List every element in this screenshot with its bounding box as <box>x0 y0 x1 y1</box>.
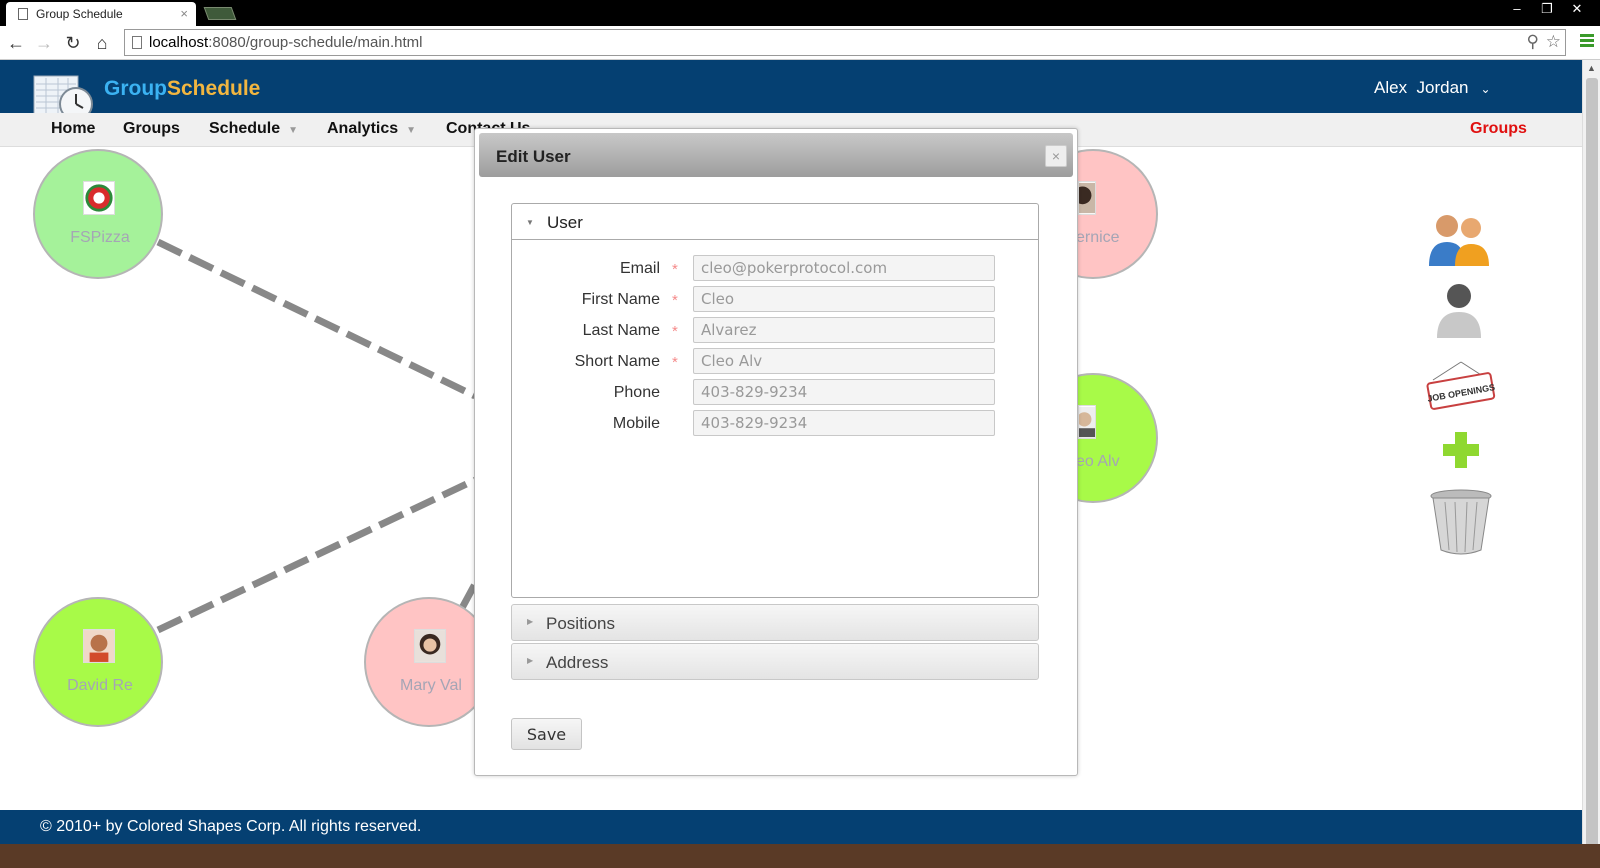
field-label: Last Name <box>582 322 660 339</box>
tab-close-icon[interactable]: × <box>180 6 188 21</box>
triangle-down-icon: ▼ <box>526 218 534 227</box>
brand-part-1: Group <box>104 77 167 100</box>
user-node-david-re[interactable]: David Re <box>33 597 163 727</box>
browser-titlebar: Group Schedule × – ❐ ✕ <box>0 0 1600 26</box>
required-asterisk: * <box>672 292 678 309</box>
menu-schedule[interactable]: Schedule ▼ <box>209 120 298 138</box>
dialog-titlebar[interactable]: Edit User × <box>479 133 1073 177</box>
pizza-logo-icon <box>83 181 115 215</box>
phone-row: Phone <box>512 378 1038 409</box>
avatar <box>414 629 446 663</box>
browser-tab[interactable]: Group Schedule × <box>6 2 196 26</box>
scroll-up-icon[interactable]: ▲ <box>1587 63 1596 73</box>
restore-button[interactable]: ❐ <box>1532 0 1562 18</box>
menu-groups[interactable]: Groups <box>123 120 180 138</box>
star-icon[interactable]: ☆ <box>1546 32 1561 52</box>
back-arrow-icon[interactable]: ← <box>4 31 28 55</box>
app-brand[interactable]: GroupSchedule <box>104 77 260 101</box>
dialog-title: Edit User <box>496 147 571 166</box>
short-name-row: Short Name * <box>512 347 1038 378</box>
app-footer: © 2010+ by Colored Shapes Corp. All righ… <box>0 810 1582 844</box>
triangle-right-icon: ▶ <box>527 617 534 626</box>
user-menu[interactable]: Alex Jordan ⌄ <box>1374 78 1491 98</box>
home-icon[interactable]: ⌂ <box>90 31 114 55</box>
email-row: Email * <box>512 254 1038 285</box>
add-icon[interactable] <box>1425 430 1497 470</box>
last-name-row: Last Name * <box>512 316 1038 347</box>
avatar <box>83 629 115 663</box>
field-label: Mobile <box>612 415 660 432</box>
chevron-down-icon: ▼ <box>406 125 417 136</box>
trash-icon[interactable] <box>1425 488 1497 558</box>
minimize-button[interactable]: – <box>1502 0 1532 18</box>
browser-menu-icon[interactable] <box>1580 34 1594 50</box>
close-window-button[interactable]: ✕ <box>1562 0 1592 18</box>
page-icon <box>132 36 142 49</box>
required-asterisk: * <box>672 261 678 278</box>
short-name-field[interactable] <box>693 348 995 374</box>
mobile-field[interactable] <box>693 410 995 436</box>
section-title: Positions <box>546 614 615 633</box>
field-label: Email <box>619 260 660 277</box>
address-bar[interactable]: localhost:8080/group-schedule/main.html … <box>124 29 1566 56</box>
copyright-text: © 2010+ by Colored Shapes Corp. All righ… <box>40 818 422 835</box>
mobile-row: Mobile <box>512 409 1038 440</box>
new-tab-button[interactable] <box>203 7 237 20</box>
node-label: David Re <box>67 677 133 694</box>
menu-analytics[interactable]: Analytics ▼ <box>327 120 416 138</box>
required-asterisk: * <box>672 323 678 340</box>
first-name-row: First Name * <box>512 285 1038 316</box>
forward-arrow-icon[interactable]: → <box>32 31 56 55</box>
edit-user-dialog: Edit User × ▼ User Email * First Name * … <box>474 128 1078 776</box>
node-label: FSPizza <box>70 229 130 246</box>
avatar <box>1078 181 1096 215</box>
page-scrollbar[interactable]: ▲ ▼ <box>1582 60 1600 868</box>
triangle-right-icon: ▶ <box>527 656 534 665</box>
reload-icon[interactable]: ↻ <box>61 31 85 55</box>
url-text: localhost:8080/group-schedule/main.html <box>149 34 423 51</box>
required-asterisk: * <box>672 354 678 371</box>
page-icon <box>18 8 28 20</box>
last-name-field[interactable] <box>693 317 995 343</box>
zoom-icon[interactable]: ⚲ <box>1527 32 1539 52</box>
field-label: First Name <box>581 291 660 308</box>
positions-section-header[interactable]: ▶ Positions <box>511 604 1039 641</box>
user-name: Alex Jordan <box>1374 78 1469 97</box>
groups-link[interactable]: Groups <box>1470 120 1527 138</box>
groups-icon[interactable] <box>1425 210 1497 268</box>
field-label: Short Name <box>574 353 660 370</box>
field-label: Phone <box>613 384 660 401</box>
section-title: User <box>547 213 583 232</box>
chevron-down-icon: ▼ <box>288 125 299 136</box>
chevron-down-icon: ⌄ <box>1480 82 1491 96</box>
user-section-header[interactable]: ▼ User <box>512 204 1038 240</box>
email-field[interactable] <box>693 255 995 281</box>
first-name-field[interactable] <box>693 286 995 312</box>
address-section-header[interactable]: ▶ Address <box>511 643 1039 680</box>
os-taskbar <box>0 844 1600 868</box>
browser-toolbar: ← → ↻ ⌂ localhost:8080/group-schedule/ma… <box>0 26 1600 60</box>
menu-home[interactable]: Home <box>51 120 95 138</box>
brand-part-2: Schedule <box>167 77 261 100</box>
avatar <box>1078 405 1096 439</box>
close-icon[interactable]: × <box>1045 145 1067 167</box>
scrollbar-thumb[interactable] <box>1586 78 1598 850</box>
group-node-fspizza[interactable]: FSPizza <box>33 149 163 279</box>
graph-edge <box>156 238 477 400</box>
section-title: Address <box>546 653 609 672</box>
phone-field[interactable] <box>693 379 995 405</box>
app-header: GroupSchedule Alex Jordan ⌄ <box>0 60 1582 121</box>
user-icon[interactable] <box>1425 280 1497 338</box>
save-button[interactable]: Save <box>511 718 582 750</box>
job-openings-icon[interactable]: JOB OPENINGS <box>1425 358 1497 416</box>
user-section: ▼ User Email * First Name * Last Name * … <box>511 203 1039 598</box>
tab-title: Group Schedule <box>36 7 123 21</box>
